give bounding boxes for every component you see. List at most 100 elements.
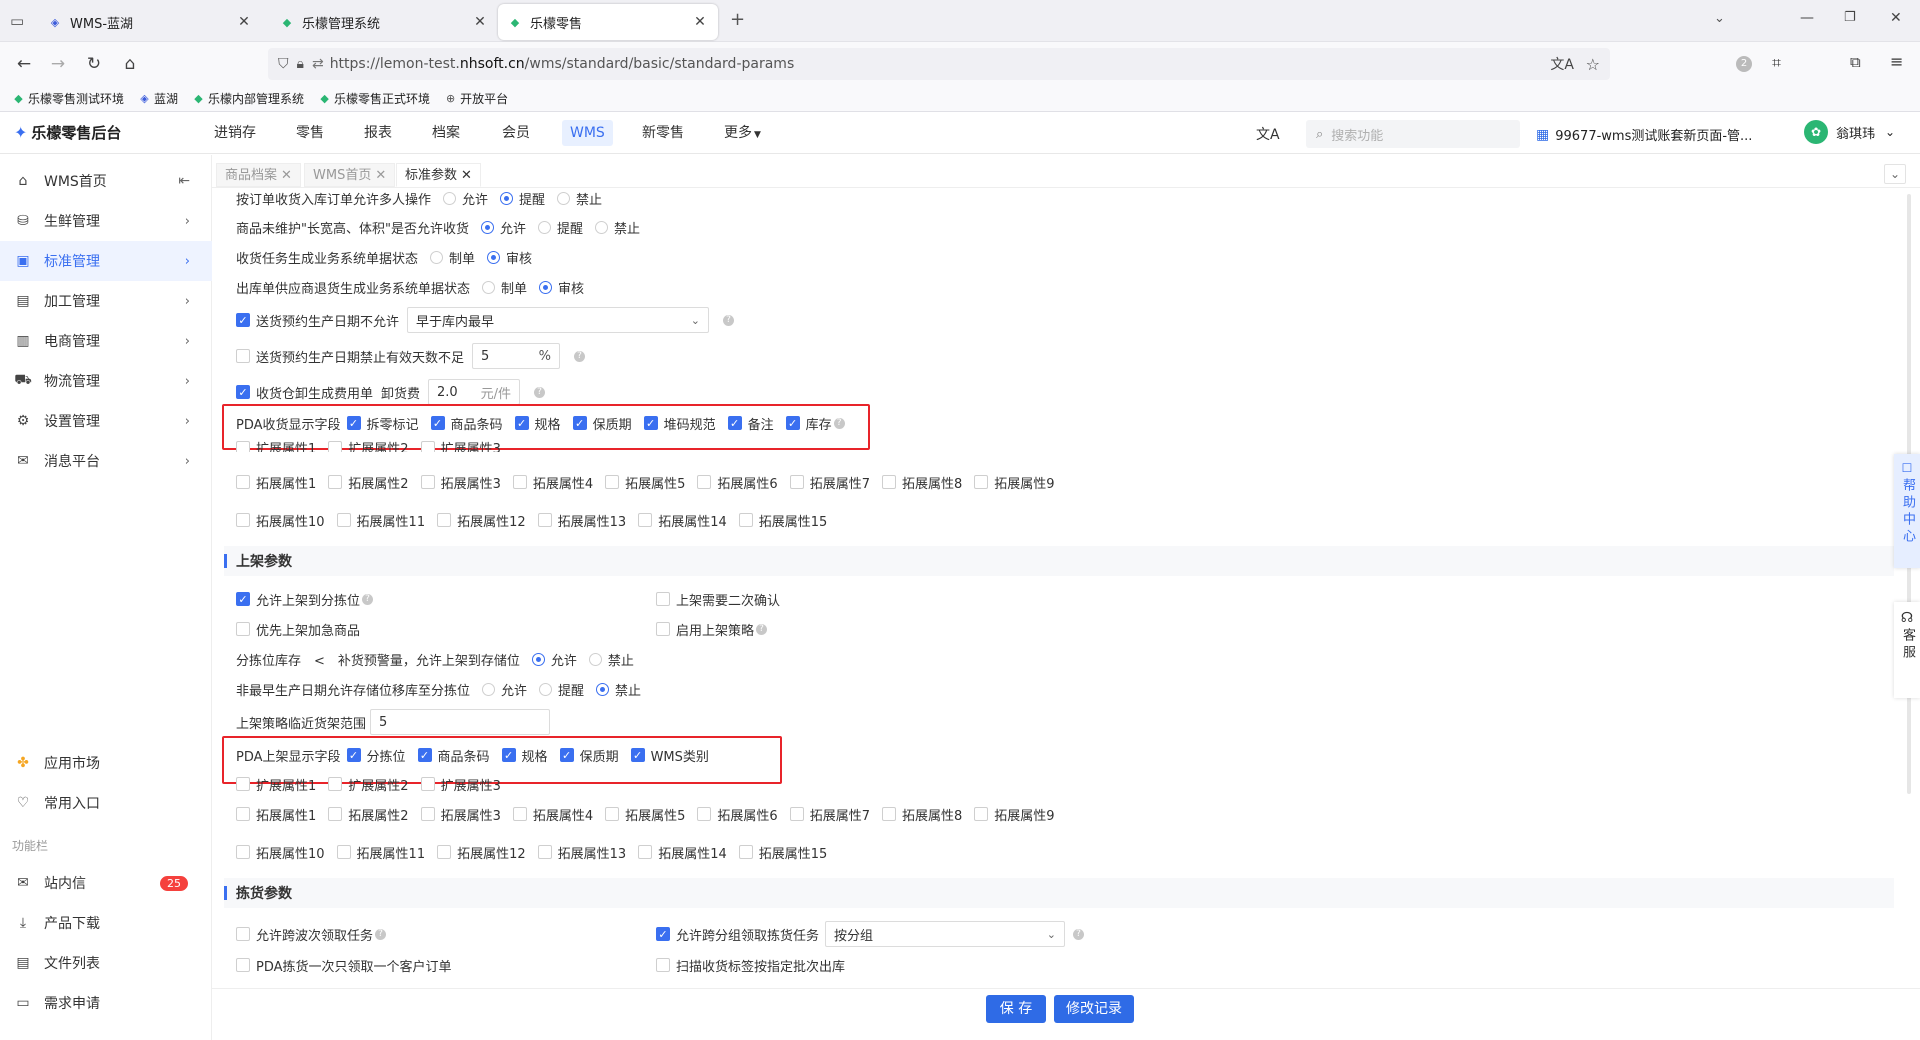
checkbox-barcode[interactable]: ✓ 商品条码 [430,414,503,433]
checkbox-ext-3[interactable]: 扩展属性3 [420,775,501,794]
checkbox-spec[interactable]: ✓ 规格 [501,746,548,765]
checkbox-production-date[interactable]: ✓ [236,313,250,327]
sidebar-item-wms-home[interactable]: ⌂ WMS首页 ⇤ [0,161,212,201]
collapse-sidebar-icon[interactable]: ⇤ [178,173,190,189]
close-icon[interactable]: ✕ [375,168,386,183]
radio-remind[interactable]: 提醒 [496,189,545,208]
checkbox-ext[interactable]: 拓展属性10 [236,843,325,862]
radio-audit[interactable]: 审核 [483,248,532,267]
checkbox-spec[interactable]: ✓ 规格 [514,414,561,433]
checkbox-scan-label-batch[interactable]: 扫描收货标签按指定批次出库 [656,956,845,975]
checkbox-ext[interactable]: 拓展属性8 [881,473,962,492]
help-icon[interactable]: ? [723,314,735,326]
sidebar-file-list[interactable]: ▤ 文件列表 [0,943,212,983]
pick-group-select[interactable]: 按分组 ⌄ [825,921,1066,947]
radio-draft[interactable]: 制单 [478,278,527,297]
radio-audit[interactable]: 审核 [535,278,584,297]
radio-forbid[interactable]: 禁止 [591,218,640,237]
help-icon[interactable]: ? [1073,928,1085,940]
browser-tab-lemon-retail[interactable]: ◆ 乐檬零售 ✕ [498,4,718,40]
extension-badge[interactable]: 2 [1736,56,1752,72]
minimize-icon[interactable]: — [1800,10,1814,26]
checkbox-ext[interactable]: 拓展属性1 [236,805,316,824]
checkbox-ext[interactable]: 拓展属性5 [605,805,685,824]
checkbox-allow-pick-slot[interactable]: ✓ 允许上架到分拣位? [236,590,656,609]
checkbox-ext[interactable]: 拓展属性7 [789,473,870,492]
checkbox-ext[interactable]: 拓展属性4 [512,473,593,492]
checkbox-cross-group[interactable]: ✓ 允许跨分组领取拣货任务 [656,925,819,944]
checkbox-ext-3[interactable]: 扩展属性3 [420,438,501,452]
app-logo[interactable]: ✦ 乐檬零售后台 [14,122,121,143]
menu-archive[interactable]: 档案 [424,120,468,146]
checkbox-pick-slot[interactable]: ✓ 分拣位 [346,746,406,765]
checkbox-ext[interactable]: 拓展属性7 [789,805,870,824]
menu-wms[interactable]: WMS [562,120,613,146]
help-icon[interactable]: ? [574,350,586,362]
bookmark-item[interactable]: ⊕ 开放平台 [444,90,508,107]
checkbox-ext[interactable]: 拓展属性13 [537,843,626,862]
checkbox-ext-2[interactable]: 扩展属性2 [328,438,409,452]
checkbox-second-confirm[interactable]: 上架需要二次确认 [656,590,780,609]
menu-more[interactable]: 更多 ▼ [716,120,769,146]
menu-member[interactable]: 会员 [494,120,538,146]
radio-forbid[interactable]: 禁止 [585,650,634,669]
checkbox-ext[interactable]: 拓展属性5 [605,473,685,492]
scrollbar[interactable] [1904,190,1914,986]
close-icon[interactable]: ✕ [281,168,292,183]
sidebar-downloads[interactable]: ⤓ 产品下载 [0,903,212,943]
shelf-range-input[interactable]: 5 [370,709,551,735]
checkbox-ext-2[interactable]: 扩展属性2 [328,775,409,794]
help-icon[interactable]: ? [833,417,845,429]
sidebar-item-standard[interactable]: ▣ 标准管理 › [0,241,212,281]
checkbox-barcode[interactable]: ✓ 商品条码 [417,746,490,765]
sidebar-item-processing[interactable]: ▤ 加工管理 › [0,281,212,321]
sidebar-favorites[interactable]: ♡ 常用入口 [0,783,212,823]
checkbox-cross-wave[interactable]: 允许跨波次领取任务? [236,925,656,944]
checkbox-ext[interactable]: 拓展属性15 [738,511,827,530]
radio-allow[interactable]: 允许 [477,218,526,237]
checkbox-ext[interactable]: 拓展属性8 [881,805,962,824]
function-search-input[interactable]: ⌕ 搜索功能 [1306,120,1520,148]
checkbox-ext[interactable]: 拓展属性6 [697,805,778,824]
unloading-fee-input[interactable]: 2.0 元/件 [428,379,521,405]
sidebar-item-messages[interactable]: ✉ 消息平台 › [0,441,212,481]
change-history-button[interactable]: 修改记录 [1054,995,1134,1023]
help-center-button[interactable]: ☐ 帮助中心 [1894,454,1920,568]
checkbox-shelf-strategy[interactable]: 启用上架策略? [656,620,768,639]
back-icon[interactable]: ← [10,50,38,78]
checkbox-unloading-fee[interactable]: ✓ [236,385,250,399]
checkbox-ext[interactable]: 拓展属性15 [738,843,827,862]
checkbox-stock[interactable]: ✓ 库存 [785,414,832,433]
menu-new-retail[interactable]: 新零售 [634,120,692,146]
bookmark-item[interactable]: ◈ 蓝湖 [138,90,178,107]
checkbox-ext[interactable]: 拓展属性12 [437,511,526,530]
bookmark-item[interactable]: ◆ 乐檬零售正式环境 [318,90,430,107]
checkbox-ext[interactable]: 拓展属性11 [336,843,425,862]
radio-forbid[interactable]: 禁止 [553,189,602,208]
home-icon[interactable]: ⌂ [116,50,144,78]
checkbox-ext[interactable]: 拓展属性1 [236,473,316,492]
checkbox-urgent-first[interactable]: 优先上架加急商品 [236,620,656,639]
menu-report[interactable]: 报表 [356,120,400,146]
tab-overflow-chevron-icon[interactable]: ⌄ [1714,11,1725,26]
checkbox-ext[interactable]: 拓展属性2 [328,473,409,492]
sidebar-app-market[interactable]: ✤ 应用市场 [0,743,212,783]
checkbox-ext[interactable]: 拓展属性2 [328,805,409,824]
sidebar-item-fresh[interactable]: ⛁ 生鲜管理 › [0,201,212,241]
close-icon[interactable]: ✕ [236,14,252,30]
new-tab-icon[interactable]: + [730,9,745,30]
checkbox-expiry-days[interactable] [236,349,250,363]
menu-inventory[interactable]: 进销存 [206,120,264,146]
checkbox-single-order[interactable]: PDA拣货一次只领取一个客户订单 [236,956,656,975]
radio-remind[interactable]: 提醒 [535,680,584,699]
sidebar-requests[interactable]: ▭ 需求申请 [0,983,212,1023]
forward-icon[interactable]: → [44,50,72,78]
customer-service-button[interactable]: ☊ 客服 [1894,602,1920,698]
restore-icon[interactable]: ❐ [1844,10,1856,25]
checkbox-ext[interactable]: 拓展属性10 [236,511,325,530]
radio-remind[interactable]: 提醒 [534,218,583,237]
checkbox-split-mark[interactable]: ✓ 拆零标记 [346,414,419,433]
checkbox-shelf-life[interactable]: ✓ 保质期 [559,746,619,765]
browser-tab-lemon-admin[interactable]: ◆ 乐檬管理系统 ✕ [270,4,498,40]
account-switcher[interactable]: ▦ 99677-wms测试账套新页面-管... [1536,125,1766,145]
